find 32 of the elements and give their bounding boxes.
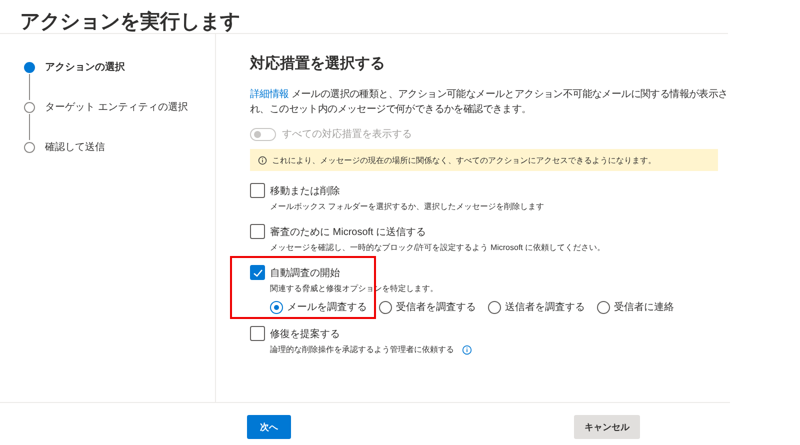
learn-more-link[interactable]: 詳細情報	[250, 89, 289, 100]
checkbox[interactable]	[250, 224, 265, 239]
action-label: 審査のために Microsoft に送信する	[270, 226, 426, 238]
toggle-label: すべての対応措置を表示する	[282, 128, 412, 141]
section-description: 詳細情報 メールの選択の種類と、アクション可能なメールとアクション不可能なメールに関する情報が表示され、このセット内のメッセージで何ができるかを確認できます。	[250, 88, 729, 117]
action-label: 自動調査の開始	[270, 266, 340, 280]
checkbox[interactable]	[250, 326, 265, 341]
checkbox[interactable]	[250, 265, 265, 280]
radio-label: 受信者を調査する	[396, 300, 476, 314]
action-description: メールボックス フォルダーを選択するか、選択したメッセージを削除します	[270, 201, 544, 212]
radio-label: メールを調査する	[287, 300, 367, 314]
next-button[interactable]: 次へ	[247, 415, 291, 439]
radio-button[interactable]	[270, 300, 283, 314]
radio-button[interactable]	[488, 300, 501, 314]
radio-label: 受信者に連絡	[614, 300, 674, 314]
info-icon[interactable]	[462, 344, 472, 354]
info-icon	[258, 156, 267, 164]
step-label[interactable]: アクションの選択	[45, 60, 125, 74]
radio-label: 送信者を調査する	[505, 300, 585, 314]
action-description: 論理的な削除操作を承認するよう管理者に依頼する	[270, 344, 454, 355]
checkbox[interactable]	[250, 183, 265, 198]
action-description: メッセージを確認し、一時的なブロック/許可を設定するよう Microsoft に依頼してください。	[270, 242, 606, 253]
step-label[interactable]: ターゲット エンティティの選択	[45, 100, 188, 114]
step-label[interactable]: 確認して送信	[45, 140, 105, 154]
cancel-button[interactable]: キャンセル	[574, 415, 640, 439]
section-title: 対応措置を選択する	[250, 54, 386, 73]
radio-button[interactable]	[597, 300, 610, 314]
action-label: 移動または削除	[270, 184, 340, 198]
action-label: 修復を提案する	[270, 328, 340, 340]
window-title: アクションを実行します	[0, 0, 728, 34]
radio-button[interactable]	[379, 300, 392, 314]
notice-text: これにより、メッセージの現在の場所に関係なく、すべてのアクションにアクセスできるようになります。	[272, 154, 656, 166]
